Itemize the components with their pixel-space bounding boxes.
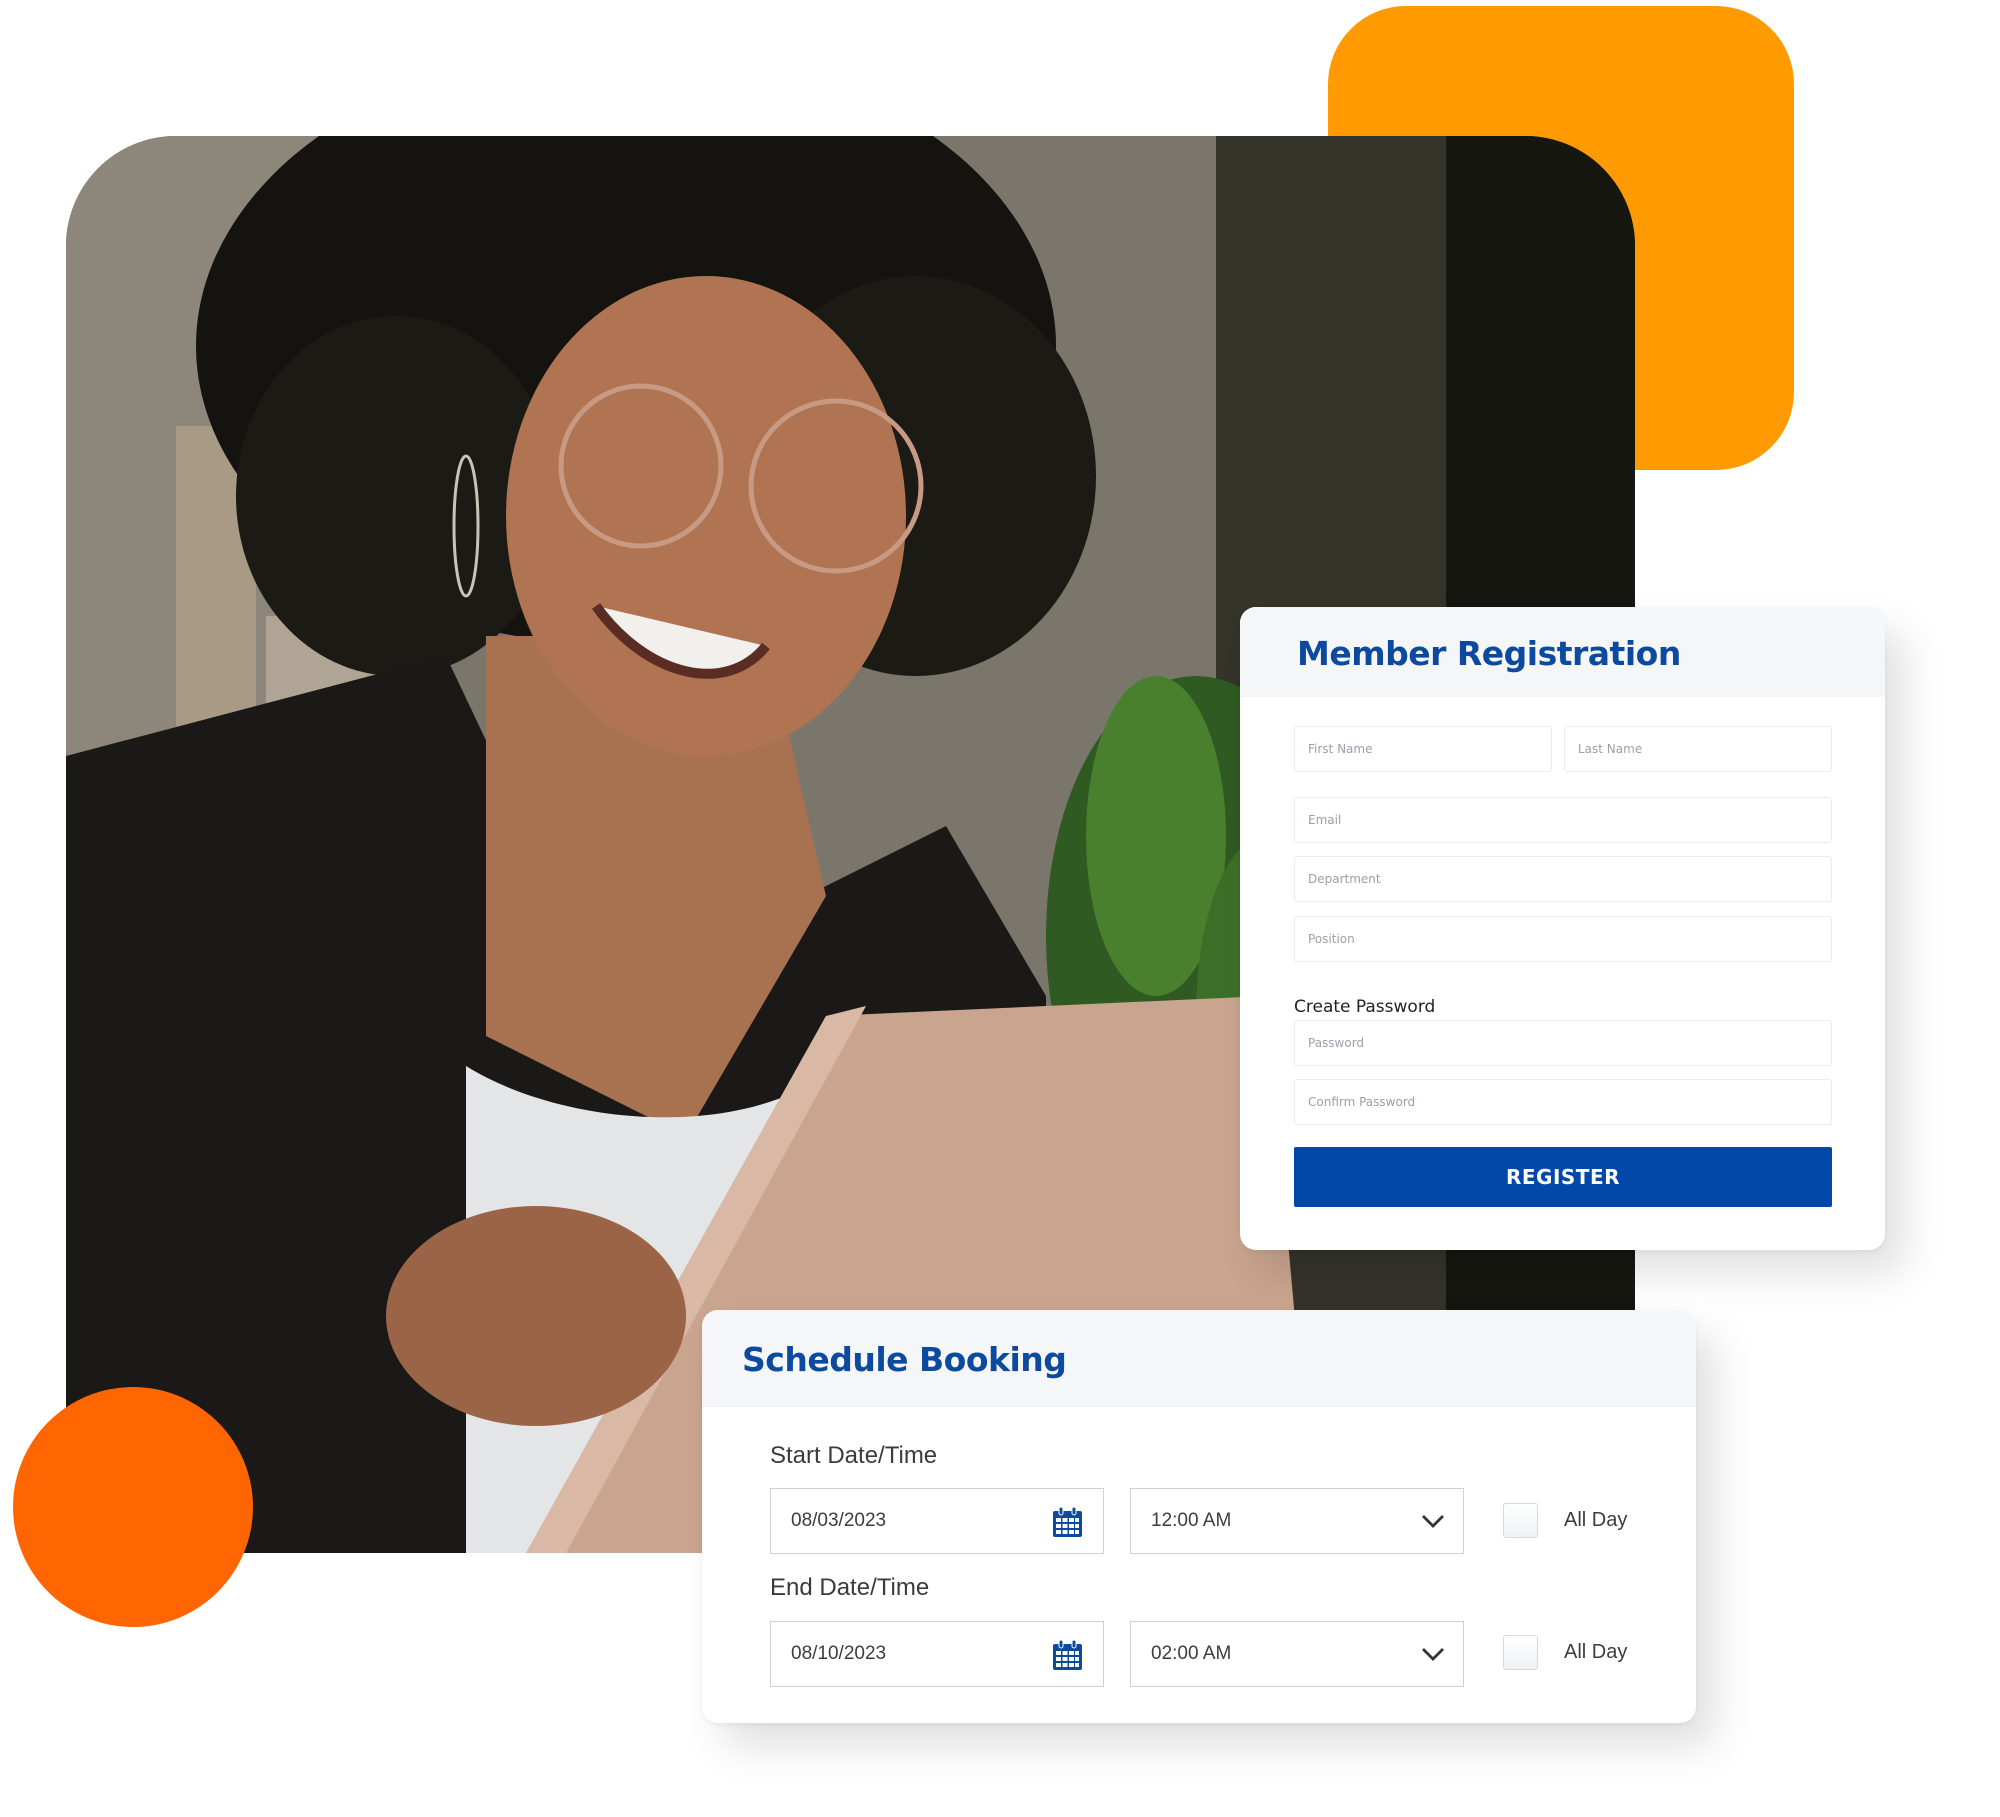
schedule-booking-card: Schedule Booking Start Date/Time 08/03/2… <box>702 1310 1696 1723</box>
end-all-day-checkbox[interactable] <box>1503 1635 1538 1670</box>
end-date-value: 08/10/2023 <box>791 1643 887 1664</box>
member-registration-card: Member Registration First Name Last Name… <box>1240 607 1885 1250</box>
password-input[interactable]: Password <box>1294 1020 1832 1066</box>
schedule-card-header: Schedule Booking <box>702 1310 1696 1407</box>
end-all-day-label: All Day <box>1564 1641 1628 1663</box>
end-time-value: 02:00 AM <box>1151 1643 1232 1664</box>
end-datetime-label: End Date/Time <box>770 1574 930 1601</box>
start-date-value: 08/03/2023 <box>791 1510 887 1531</box>
email-placeholder: Email <box>1308 813 1342 827</box>
department-input[interactable]: Department <box>1294 856 1832 902</box>
registration-title: Member Registration <box>1297 634 1681 673</box>
create-password-label: Create Password <box>1294 997 1436 1017</box>
start-datetime-label: Start Date/Time <box>770 1442 938 1469</box>
start-time-value: 12:00 AM <box>1151 1510 1232 1531</box>
chevron-down-icon <box>1422 1648 1444 1661</box>
position-placeholder: Position <box>1308 932 1355 946</box>
end-time-select[interactable]: 02:00 AM <box>1130 1621 1464 1687</box>
start-date-input[interactable]: 08/03/2023 <box>770 1488 1104 1554</box>
registration-card-header: Member Registration <box>1240 607 1885 697</box>
last-name-placeholder: Last Name <box>1578 742 1643 756</box>
confirm-password-input[interactable]: Confirm Password <box>1294 1079 1832 1125</box>
decorative-orange-circle <box>13 1387 253 1627</box>
first-name-input[interactable]: First Name <box>1294 726 1552 772</box>
start-all-day-checkbox[interactable] <box>1503 1503 1538 1538</box>
calendar-icon[interactable] <box>1052 1506 1083 1538</box>
end-date-input[interactable]: 08/10/2023 <box>770 1621 1104 1687</box>
first-name-placeholder: First Name <box>1308 742 1373 756</box>
email-input[interactable]: Email <box>1294 797 1832 843</box>
schedule-title: Schedule Booking <box>742 1340 1067 1379</box>
photo-hand <box>386 1206 686 1426</box>
start-all-day-label: All Day <box>1564 1509 1628 1531</box>
chevron-down-icon <box>1422 1515 1444 1528</box>
last-name-input[interactable]: Last Name <box>1564 726 1832 772</box>
start-time-select[interactable]: 12:00 AM <box>1130 1488 1464 1554</box>
calendar-icon[interactable] <box>1052 1639 1083 1671</box>
register-button[interactable]: REGISTER <box>1294 1147 1832 1207</box>
position-input[interactable]: Position <box>1294 916 1832 962</box>
confirm-password-placeholder: Confirm Password <box>1308 1095 1416 1109</box>
password-placeholder: Password <box>1308 1036 1365 1050</box>
department-placeholder: Department <box>1308 872 1381 886</box>
